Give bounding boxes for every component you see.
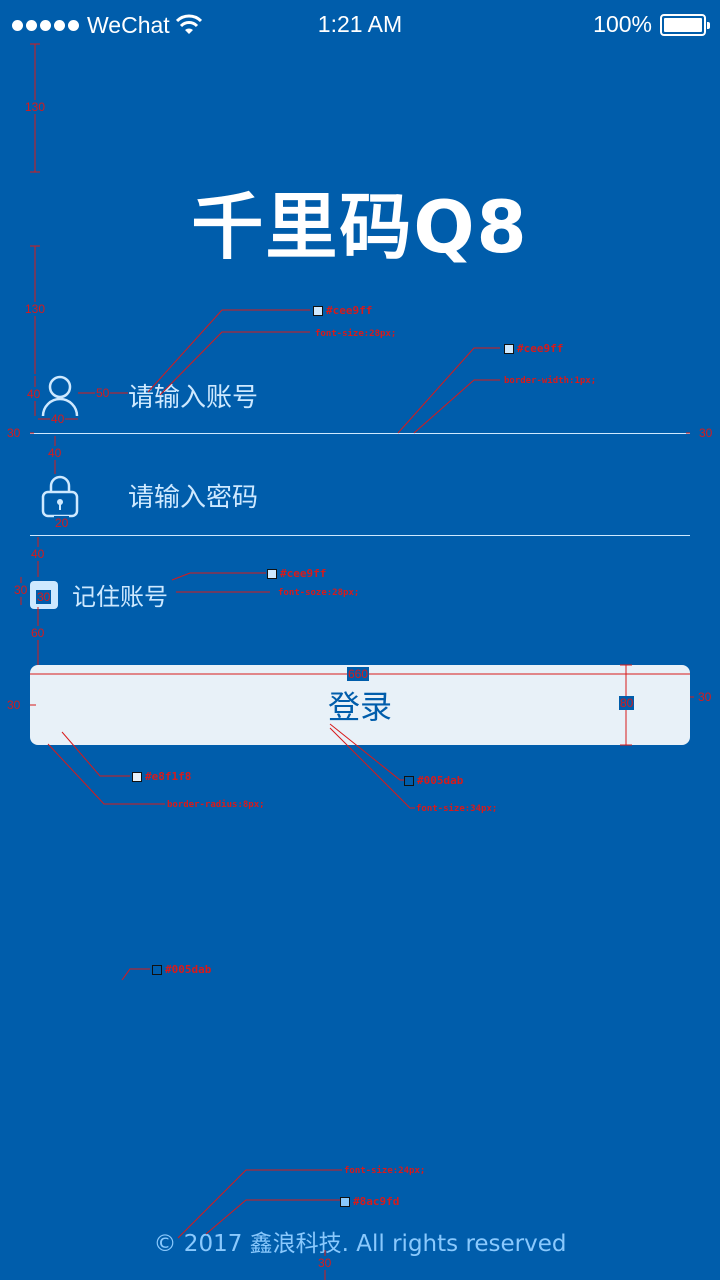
measure-label: 30 (698, 426, 714, 440)
status-right: 100% (593, 11, 710, 38)
spec-color-button-text: #005dab (404, 774, 463, 787)
spec-color-border: #cee9ff (504, 342, 563, 355)
spec-color-button: #e8f1f8 (132, 770, 191, 783)
account-divider (30, 433, 690, 434)
remember-label: 记住账号 (72, 583, 168, 611)
measure-label: 130 (24, 302, 47, 316)
password-divider (30, 535, 690, 536)
app-logo-title: 千里码Q8 (191, 185, 529, 269)
measure-label: 40 (30, 547, 46, 561)
measure-label: 130 (24, 100, 47, 114)
measure-label: 30 (6, 698, 22, 712)
spec-font-footer: font-size:24px; (344, 1166, 426, 1176)
measure-label: 30 (13, 583, 29, 597)
battery-percent: 100% (593, 11, 652, 37)
password-field[interactable] (30, 474, 690, 534)
measure-label: 30 (697, 690, 713, 704)
spec-color-remember: #cee9ff (267, 567, 326, 580)
measure-label: 40 (47, 446, 63, 460)
measure-label: 60 (30, 626, 46, 640)
remember-account[interactable]: 记住账号 (30, 577, 168, 612)
measure-label: 30 (317, 1256, 333, 1270)
spec-color-bg: #005dab (152, 963, 211, 976)
status-bar: WeChat 1:21 AM 100% (0, 0, 720, 50)
user-icon (41, 375, 79, 417)
password-input[interactable] (128, 478, 688, 518)
account-input[interactable] (128, 378, 688, 418)
spec-color-footer: #8ac9fd (340, 1195, 399, 1208)
account-field[interactable] (30, 374, 690, 434)
remember-checkbox[interactable] (30, 580, 58, 609)
spec-color-placeholder: #cee9ff (313, 304, 372, 317)
battery-icon (660, 13, 710, 36)
spec-font-placeholder: font-size:28px; (315, 329, 397, 339)
lock-icon (41, 475, 79, 518)
spec-font-remember: font-soze:28px; (278, 588, 360, 598)
spec-font-button: font-size:34px; (416, 804, 498, 814)
measure-label: 30 (6, 426, 22, 440)
login-button[interactable]: 登录 (30, 665, 690, 745)
spec-radius-button: border-radius:8px; (167, 800, 265, 810)
footer-copyright: © 2017 鑫浪科技. All rights reserved (153, 1231, 567, 1257)
